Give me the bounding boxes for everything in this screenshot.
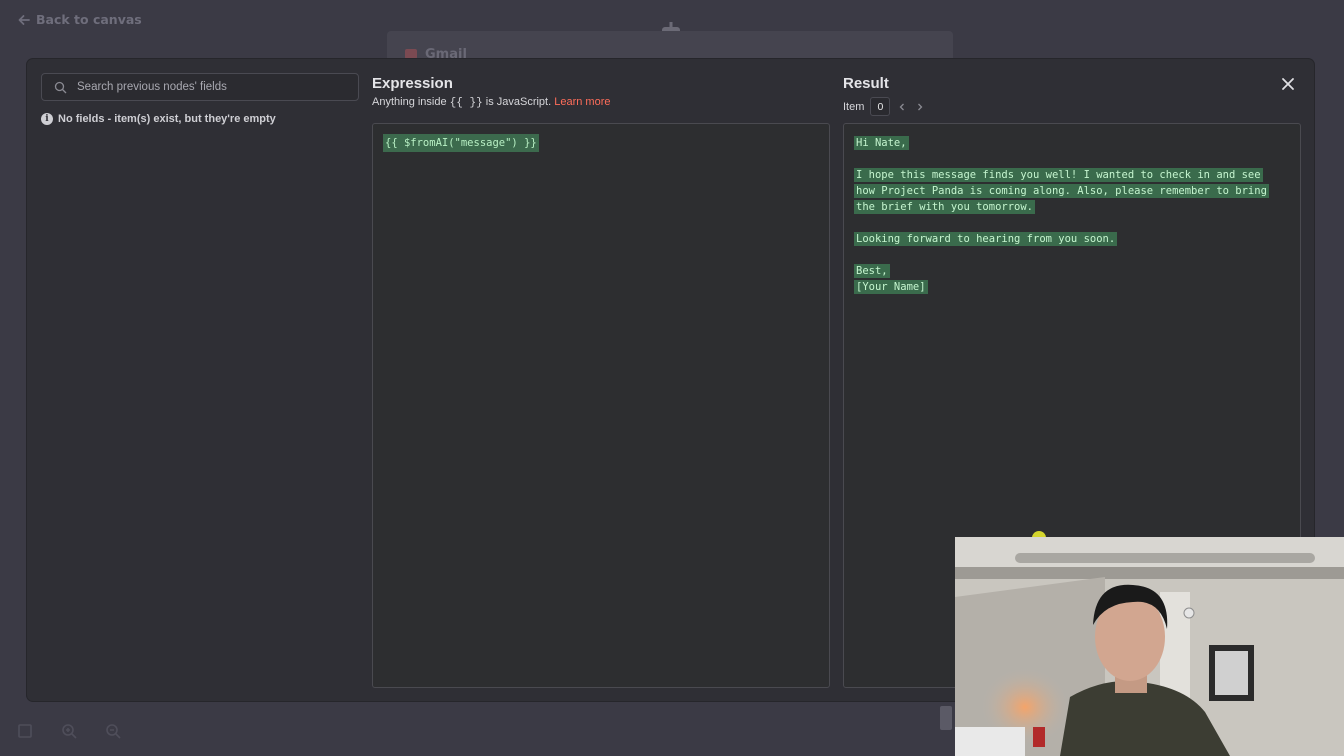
- zoom-out-icon[interactable]: [104, 722, 122, 740]
- chevron-right-icon[interactable]: [914, 101, 926, 113]
- background-node-header: Gmail: [387, 31, 953, 62]
- item-index-input[interactable]: 0: [870, 97, 891, 116]
- result-line: Looking forward to hearing from you soon…: [854, 231, 1269, 247]
- result-lines: Hi Nate, I hope this message finds you we…: [854, 135, 1269, 295]
- result-line: Best,: [854, 263, 1269, 279]
- result-line-text: [Your Name]: [854, 280, 928, 294]
- expression-editor[interactable]: {{ $fromAI("message") }}: [372, 123, 830, 688]
- expression-hint: Anything inside {{ }} is JavaScript. Lea…: [372, 96, 611, 109]
- search-fields-box: [41, 73, 359, 101]
- hint-suffix: is JavaScript.: [485, 96, 552, 108]
- result-line-text: how Project Panda is coming along. Also,…: [854, 184, 1269, 198]
- chevron-left-icon[interactable]: [896, 101, 908, 113]
- result-line-text: I hope this message finds you well! I wa…: [854, 168, 1263, 182]
- hint-braces: {{ }}: [449, 97, 483, 109]
- info-icon: i: [41, 113, 53, 125]
- result-line: [854, 215, 1269, 231]
- back-to-canvas-label: Back to canvas: [36, 12, 142, 27]
- expression-code[interactable]: {{ $fromAI("message") }}: [383, 134, 539, 152]
- no-fields-text: No fields - item(s) exist, but they're e…: [58, 113, 276, 125]
- canvas-zoom-toolbar: [16, 722, 122, 740]
- search-fields-input[interactable]: [75, 80, 349, 94]
- expression-title: Expression: [372, 75, 453, 92]
- no-fields-message: i No fields - item(s) exist, but they're…: [41, 113, 276, 125]
- arrow-left-icon: [18, 14, 30, 25]
- result-line: [854, 247, 1269, 263]
- canvas-scrollbar[interactable]: [940, 706, 952, 730]
- result-line-text: Best,: [854, 264, 890, 278]
- result-line: I hope this message finds you well! I wa…: [854, 167, 1269, 183]
- zoom-in-icon[interactable]: [60, 722, 78, 740]
- result-line-text: Looking forward to hearing from you soon…: [854, 232, 1118, 246]
- result-line: the brief with you tomorrow.: [854, 199, 1269, 215]
- result-line: how Project Panda is coming along. Also,…: [854, 183, 1269, 199]
- canvas-topbar: Back to canvas Gmail: [0, 0, 1344, 62]
- webcam-overlay: [955, 537, 1344, 756]
- item-label: Item: [843, 100, 865, 113]
- result-line-text: the brief with you tomorrow.: [854, 200, 1036, 214]
- close-icon[interactable]: [1280, 76, 1296, 92]
- back-to-canvas-link[interactable]: Back to canvas: [18, 12, 142, 27]
- item-navigator: Item 0: [843, 97, 926, 116]
- fit-view-icon[interactable]: [16, 722, 34, 740]
- result-title: Result: [843, 75, 889, 92]
- search-icon: [54, 81, 67, 93]
- result-line-text: Hi Nate,: [854, 136, 909, 150]
- webcam-video: [955, 537, 1344, 756]
- gmail-icon: [405, 49, 417, 59]
- result-line: [854, 151, 1269, 167]
- learn-more-link[interactable]: Learn more: [554, 96, 610, 108]
- result-line: Hi Nate,: [854, 135, 1269, 151]
- hint-prefix: Anything inside: [372, 96, 447, 108]
- result-line: [Your Name]: [854, 279, 1269, 295]
